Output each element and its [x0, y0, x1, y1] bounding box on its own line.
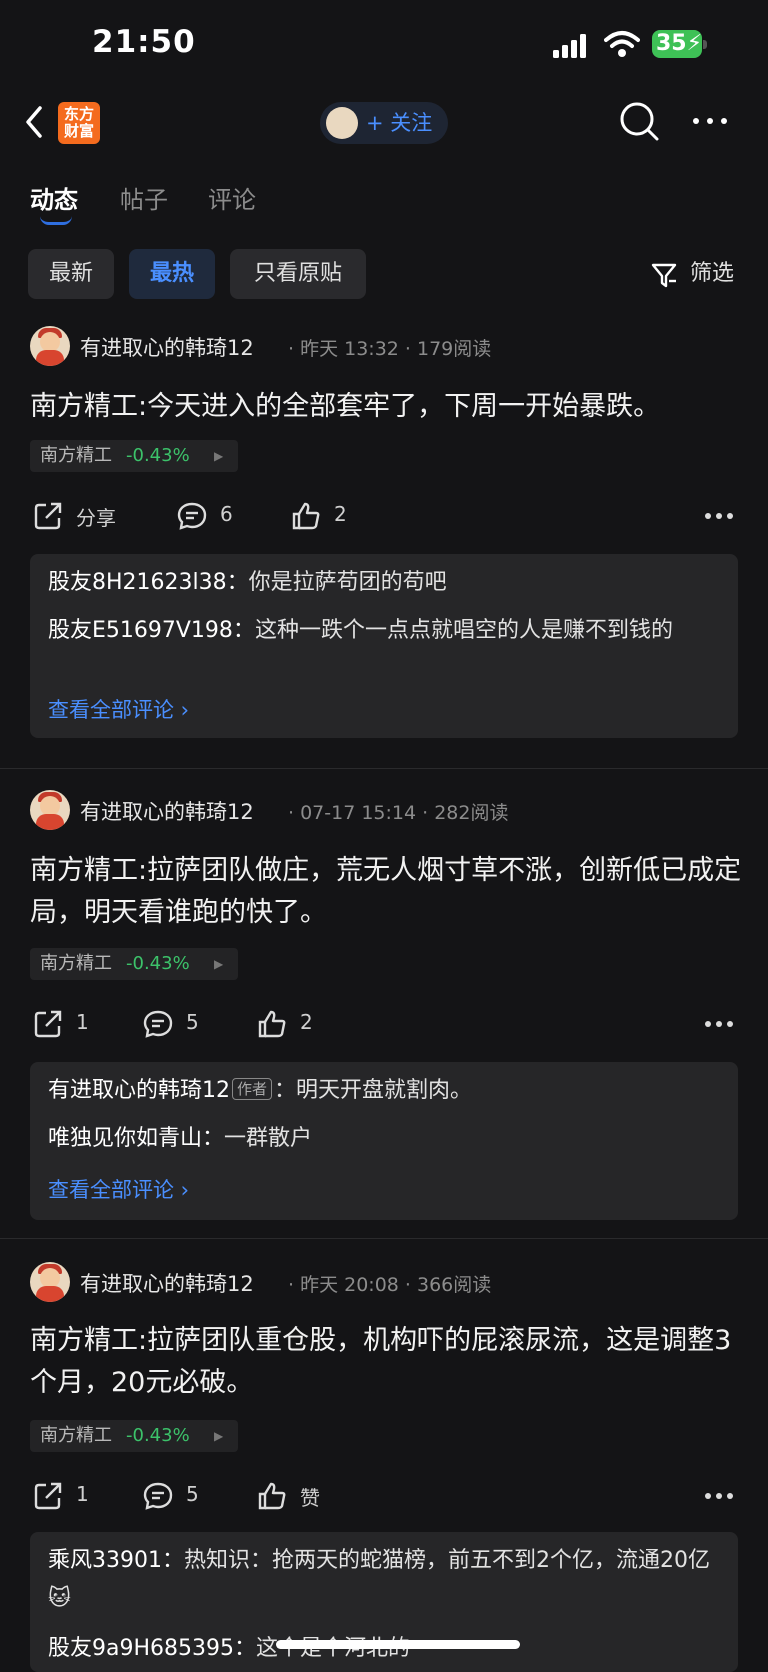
- author-name[interactable]: 有进取心的韩琦12: [80, 332, 254, 362]
- commenter-name[interactable]: 唯独见你如青山：: [48, 1126, 224, 1151]
- comment-count: 5: [186, 1482, 199, 1506]
- share-count: 1: [76, 1010, 89, 1034]
- comment-text: 这种一跌个一点点就唱空的人是赚不到钱的: [254, 618, 673, 643]
- author-avatar[interactable]: [30, 1262, 70, 1302]
- comment-item: 唯独见你如青山：一群散户: [48, 1120, 720, 1158]
- tab-comments[interactable]: 评论: [208, 180, 256, 215]
- comment-text: ：明天开盘就割肉。: [274, 1078, 473, 1103]
- commenter-name[interactable]: 乘风33901：: [48, 1548, 184, 1573]
- commenter-name[interactable]: 股友9a9H685395：: [48, 1636, 256, 1661]
- post-meta: · 昨天 20:08 · 366阅读: [288, 1274, 492, 1296]
- author-name[interactable]: 有进取心的韩琦12: [80, 796, 254, 826]
- author-avatar[interactable]: [30, 326, 70, 366]
- tab-bar: 动态 帖子 评论: [0, 170, 768, 230]
- like-count: 2: [300, 1010, 313, 1034]
- stock-tag[interactable]: 南方精工 -0.43% ▶: [30, 1420, 238, 1452]
- stock-change: -0.43%: [126, 445, 190, 466]
- comment-preview[interactable]: 有进取心的韩琦12 作者 ：明天开盘就割肉。 唯独见你如青山：一群散户 查看全部评论…: [30, 1062, 738, 1220]
- stock-arrow-icon: ▶: [214, 449, 224, 463]
- stock-name: 南方精工: [40, 1425, 112, 1446]
- comment-count: 6: [220, 502, 233, 526]
- nav-bar: 东方 财富 + 关注: [0, 92, 768, 152]
- post-meta: · 07-17 15:14 · 282阅读: [288, 802, 509, 824]
- funnel-icon: [651, 263, 677, 288]
- comment-item: 有进取心的韩琦12 作者 ：明天开盘就割肉。: [48, 1072, 720, 1110]
- commenter-name[interactable]: 有进取心的韩琦12: [48, 1078, 230, 1103]
- tab-dynamics[interactable]: 动态: [30, 180, 78, 215]
- filter-original-only[interactable]: 只看原贴: [230, 249, 366, 299]
- tab-posts[interactable]: 帖子: [120, 180, 168, 215]
- filter-bar: 最新 最热 只看原贴 筛选: [0, 249, 768, 301]
- comment-item: 股友8H21623l38：你是拉萨苟团的苟吧: [48, 564, 720, 602]
- user-avatar: [326, 107, 358, 139]
- more-options-icon[interactable]: [704, 512, 734, 520]
- wifi-icon: [604, 31, 640, 57]
- commenter-name[interactable]: 股友8H21623l38：: [48, 570, 249, 595]
- share-icon: [34, 502, 62, 530]
- comment-item: 股友9a9H685395：这个是个河北的: [48, 1630, 720, 1668]
- filter-hot[interactable]: 最热: [129, 249, 215, 299]
- comment-text: 一群散户: [224, 1126, 313, 1151]
- stock-change: -0.43%: [126, 1425, 190, 1446]
- comment-preview[interactable]: 股友8H21623l38：你是拉萨苟团的苟吧 股友E51697V198：这种一跌…: [30, 554, 738, 738]
- back-arrow-icon[interactable]: [22, 102, 46, 142]
- app-logo[interactable]: 东方 财富: [58, 102, 100, 144]
- comment-icon: [143, 1010, 173, 1038]
- stock-tag[interactable]: 南方精工 -0.43% ▶: [30, 948, 238, 980]
- share-count: 1: [76, 1482, 89, 1506]
- post-actions: 1 5 赞: [0, 1476, 768, 1516]
- signal-icon: [553, 34, 586, 58]
- stock-name: 南方精工: [40, 953, 112, 974]
- post-actions: 1 5 2: [0, 1004, 768, 1044]
- like-count: 2: [334, 502, 347, 526]
- home-indicator[interactable]: [276, 1640, 520, 1649]
- thumbs-up-icon: [258, 1482, 286, 1510]
- view-all-comments[interactable]: 查看全部评论 ›: [48, 1174, 189, 1204]
- view-all-comments[interactable]: 查看全部评论 ›: [48, 694, 189, 724]
- filter-latest[interactable]: 最新: [28, 249, 114, 299]
- more-icon[interactable]: [688, 106, 732, 136]
- comment-item: 乘风33901：热知识：抢两天的蛇猫榜，前五不到2个亿，流通20亿🐱: [48, 1542, 720, 1618]
- post-content[interactable]: 南方精工:今天进入的全部套牢了，下周一开始暴跌。: [30, 386, 746, 428]
- search-icon[interactable]: [618, 100, 660, 142]
- share-icon: [34, 1010, 62, 1038]
- status-time: 21:50: [92, 24, 196, 60]
- comment-count: 5: [186, 1010, 199, 1034]
- share-icon: [34, 1482, 62, 1510]
- stock-arrow-icon: ▶: [214, 1429, 224, 1443]
- tab-indicator: [40, 216, 72, 225]
- author-name[interactable]: 有进取心的韩琦12: [80, 1268, 254, 1298]
- divider: [0, 768, 768, 769]
- thumbs-up-icon: [258, 1010, 286, 1038]
- post-meta: · 昨天 13:32 · 179阅读: [288, 338, 492, 360]
- stock-name: 南方精工: [40, 445, 112, 466]
- thumbs-up-icon: [292, 502, 320, 530]
- follow-button[interactable]: + 关注: [320, 102, 448, 144]
- author-badge: 作者: [232, 1078, 273, 1100]
- comment-icon: [143, 1482, 173, 1510]
- stock-tag[interactable]: 南方精工 -0.43% ▶: [30, 440, 238, 472]
- follow-label: + 关注: [366, 111, 433, 135]
- stock-arrow-icon: ▶: [214, 957, 224, 971]
- post-actions: 分享 6 2: [0, 496, 768, 536]
- like-label: 赞: [300, 1486, 320, 1510]
- more-options-icon[interactable]: [704, 1020, 734, 1028]
- post-content[interactable]: 南方精工:拉萨团队重仓股，机构吓的屁滚尿流，这是调整3个月，20元必破。: [30, 1320, 746, 1404]
- author-avatar[interactable]: [30, 790, 70, 830]
- divider: [0, 1238, 768, 1239]
- comment-preview[interactable]: 乘风33901：热知识：抢两天的蛇猫榜，前五不到2个亿，流通20亿🐱 股友9a9…: [30, 1532, 738, 1672]
- comment-item: 股友E51697V198：这种一跌个一点点就唱空的人是赚不到钱的: [48, 612, 720, 650]
- stock-change: -0.43%: [126, 953, 190, 974]
- battery-icon: 35⚡: [652, 30, 708, 60]
- post-content[interactable]: 南方精工:拉萨团队做庄，荒无人烟寸草不涨，创新低已成定局，明天看谁跑的快了。: [30, 850, 746, 934]
- commenter-name[interactable]: 股友E51697V198：: [48, 618, 255, 643]
- share-label: 分享: [76, 506, 116, 530]
- more-options-icon[interactable]: [704, 1492, 734, 1500]
- filter-label: 筛选: [690, 261, 735, 286]
- battery-level: 35: [656, 31, 687, 56]
- status-bar: 21:50 35⚡: [0, 0, 768, 92]
- comment-text: 你是拉萨苟团的苟吧: [248, 570, 447, 595]
- comment-icon: [177, 502, 207, 530]
